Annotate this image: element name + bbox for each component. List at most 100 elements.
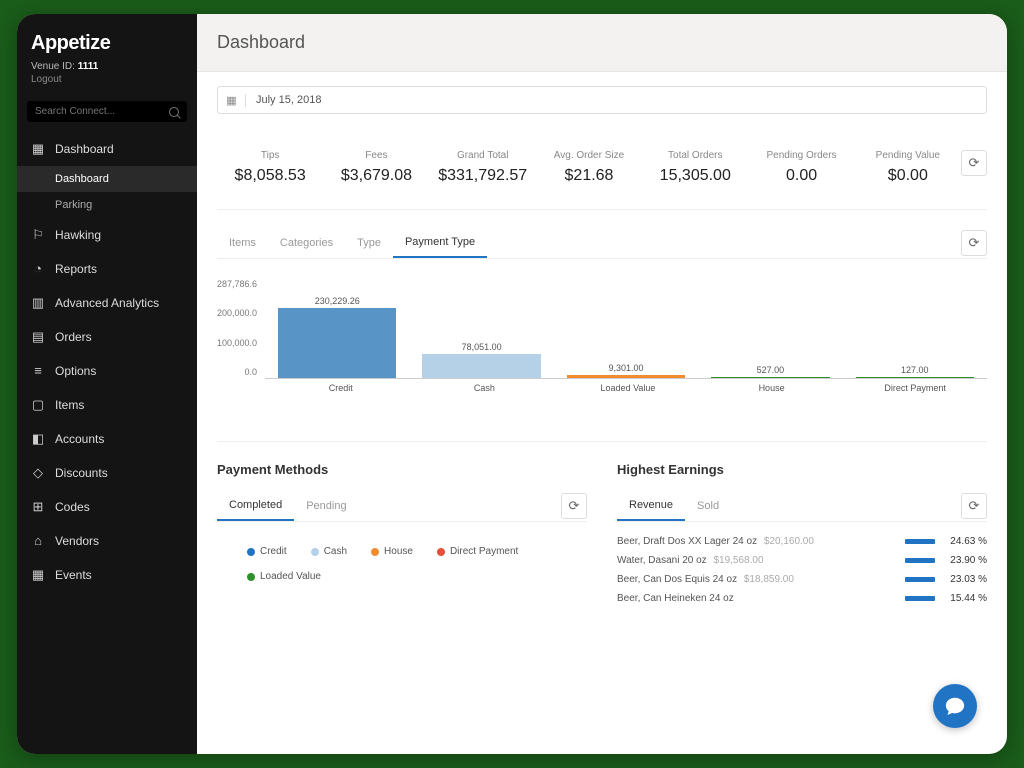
kpi-label: Tips: [217, 150, 323, 161]
legend-item-cash: Cash: [311, 546, 347, 557]
sidebar-item-hawking[interactable]: ⚐ Hawking: [17, 218, 197, 252]
earnings-name: Beer, Draft Dos XX Lager 24 oz $20,160.0…: [617, 536, 895, 547]
legend-dot: [437, 548, 445, 556]
legend-dot: [247, 548, 255, 556]
search-icon: [169, 107, 179, 117]
kpi-fees: Fees $3,679.08: [323, 150, 429, 185]
legend-item-house: House: [371, 546, 413, 557]
bar: [567, 375, 685, 378]
sidebar-item-accounts[interactable]: ◧Accounts: [17, 422, 197, 456]
kpi-value: $8,058.53: [217, 167, 323, 185]
earnings-row: Water, Dasani 20 oz $19,568.0023.90 %: [617, 555, 987, 566]
nav-label: Codes: [55, 500, 90, 514]
nav-icon: ▦: [31, 568, 45, 582]
earnings-name: Beer, Can Dos Equis 24 oz $18,859.00: [617, 574, 895, 585]
nav-icon: ▢: [31, 398, 45, 412]
bar: [278, 308, 396, 378]
nav-icon: ▤: [31, 330, 45, 344]
legend-item-loaded-value: Loaded Value: [247, 571, 321, 582]
subtab-revenue[interactable]: Revenue: [617, 491, 685, 521]
chart-tab-payment-type[interactable]: Payment Type: [393, 228, 487, 258]
chart-bar-direct-payment: 127.00: [843, 279, 987, 378]
nav-menu: ▦DashboardDashboardParking ⚐ Hawking ◔ Repor…: [17, 132, 197, 754]
panel-title: Payment Methods: [217, 462, 587, 477]
kpi-value: $3,679.08: [323, 167, 429, 185]
panel-title: Highest Earnings: [617, 462, 987, 477]
subtab-pending[interactable]: Pending: [294, 492, 358, 520]
sidebar-item-codes[interactable]: ⊞Codes: [17, 490, 197, 524]
kpi-row: Tips$8,058.53Fees$3,679.08Grand Total$33…: [217, 128, 987, 210]
sidebar-item-advanced-analytics[interactable]: ▥Advanced Analytics: [17, 286, 197, 320]
refresh-button[interactable]: ⟳: [961, 230, 987, 256]
earnings-row: Beer, Can Heineken 24 oz 15.44 %: [617, 593, 987, 604]
nav-icon: ◧: [31, 432, 45, 446]
sidebar-item-reports[interactable]: ◔ Reports: [17, 252, 197, 286]
legend-label: Direct Payment: [450, 546, 518, 557]
nav-label: Items: [55, 398, 84, 412]
sidebar-item-events[interactable]: ▦ Events: [17, 558, 197, 592]
chart-tab-items[interactable]: Items: [217, 229, 268, 257]
sidebar-item-dashboard[interactable]: ▦Dashboard: [17, 132, 197, 166]
sidebar-item-options[interactable]: ≡Options: [17, 354, 197, 388]
brand-logo: Appetize: [17, 14, 197, 61]
sidebar-item-items[interactable]: ▢ Items: [17, 388, 197, 422]
nav-icon: ◇: [31, 466, 45, 480]
sidebar-item-vendors[interactable]: ⌂ Vendors: [17, 524, 197, 558]
nav-icon: ⌂: [31, 534, 45, 548]
subtab-completed[interactable]: Completed: [217, 491, 294, 521]
nav-icon: ⚐: [31, 228, 45, 242]
search-input[interactable]: [35, 106, 169, 117]
chart-tab-categories[interactable]: Categories: [268, 229, 345, 257]
nav-icon: ◔: [31, 262, 45, 276]
kpi-tips: Tips $8,058.53: [217, 150, 323, 185]
payment-methods-legend: Credit Cash House Direct Payment Loaded Valu…: [217, 536, 587, 592]
chart-x-axis: CreditCashLoaded ValueHouseDirect Paymen…: [269, 379, 987, 393]
chart-bars: 230,229.2678,051.009,301.00527.00127.00: [265, 279, 987, 379]
kpi-value: $0.00: [855, 167, 961, 185]
sidebar-item-discounts[interactable]: ◇ Discounts: [17, 456, 197, 490]
kpi-label: Pending Value: [855, 150, 961, 161]
refresh-button[interactable]: ⟳: [561, 493, 587, 519]
kpi-label: Fees: [323, 150, 429, 161]
sidebar-subitem-dashboard[interactable]: Dashboard: [17, 166, 197, 192]
subtab-sold[interactable]: Sold: [685, 492, 731, 520]
bar-value-label: 78,051.00: [462, 342, 502, 352]
search-connect[interactable]: [27, 101, 187, 122]
bar-value-label: 9,301.00: [609, 363, 644, 373]
kpi-pending-orders: Pending Orders0.00: [748, 150, 854, 185]
venue-id: Venue ID: 1111: [17, 61, 197, 72]
earnings-name: Water, Dasani 20 oz $19,568.00: [617, 555, 895, 566]
kpi-label: Total Orders: [642, 150, 748, 161]
bar: [711, 377, 829, 378]
date-value: July 15, 2018: [246, 94, 331, 106]
nav-label: Orders: [55, 330, 92, 344]
date-picker[interactable]: ▦ July 15, 2018: [217, 86, 987, 114]
sidebar-item-orders[interactable]: ▤ Orders: [17, 320, 197, 354]
chat-bubble-button[interactable]: [933, 684, 977, 728]
bar-value-label: 230,229.26: [315, 296, 360, 306]
payment-methods-tabs: CompletedPending ⟳: [217, 491, 587, 522]
chart-bar-loaded-value: 9,301.00: [554, 279, 698, 378]
kpi-value: 0.00: [748, 167, 854, 185]
nav-label: Reports: [55, 262, 97, 276]
nav-label: Hawking: [55, 228, 101, 242]
nav-label: Events: [55, 568, 92, 582]
nav-label: Vendors: [55, 534, 99, 548]
legend-item-credit: Credit: [247, 546, 287, 557]
nav-label: Discounts: [55, 466, 108, 480]
chart-tab-type[interactable]: Type: [345, 229, 393, 257]
date-picker-row: ▦ July 15, 2018: [217, 86, 987, 114]
kpi-total-orders: Total Orders15,305.00: [642, 150, 748, 185]
earnings-bar: [905, 558, 935, 563]
nav-label: Advanced Analytics: [55, 296, 159, 310]
earnings-bar: [905, 577, 935, 582]
sidebar-subitem-parking[interactable]: Parking: [17, 192, 197, 218]
refresh-button[interactable]: ⟳: [961, 493, 987, 519]
logout-link[interactable]: Logout: [17, 72, 197, 95]
x-tick: House: [700, 379, 844, 393]
legend-item-direct-payment: Direct Payment: [437, 546, 518, 557]
earnings-pct: 15.44 %: [945, 593, 987, 604]
nav-icon: ▦: [31, 142, 45, 156]
earnings-bar: [905, 596, 935, 601]
refresh-button[interactable]: ⟳: [961, 150, 987, 176]
